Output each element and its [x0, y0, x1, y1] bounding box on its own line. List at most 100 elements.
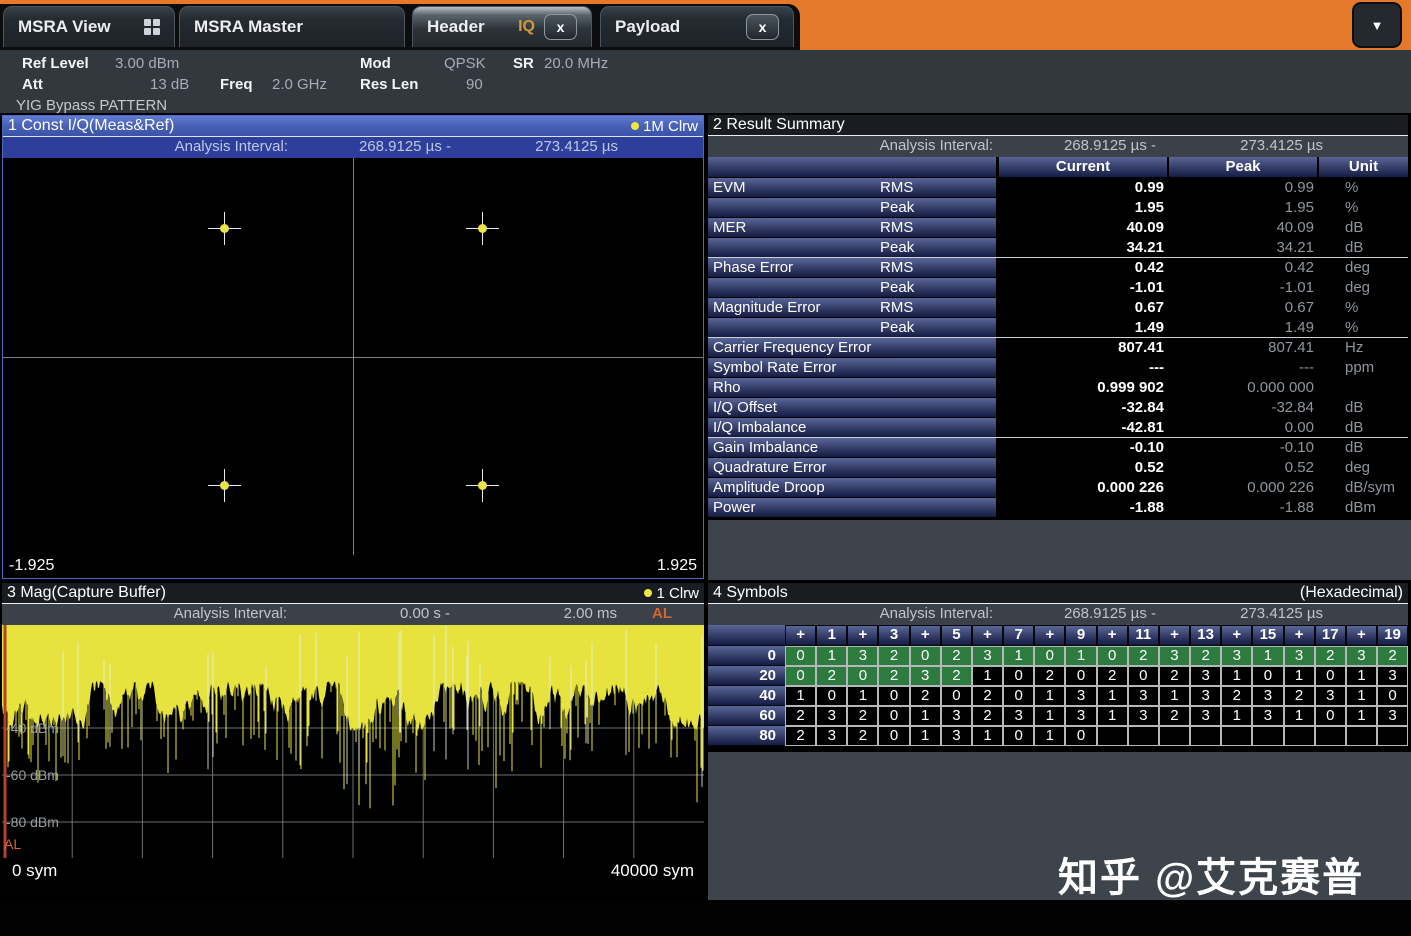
- tab-label: Header: [427, 17, 485, 37]
- mod-label: Mod: [360, 55, 391, 72]
- unit-value: deg: [1345, 258, 1370, 278]
- magnitude-x-axis: 0 sym 40000 sym: [2, 858, 704, 883]
- result-summary-title-bar[interactable]: 2 Result Summary: [708, 115, 1408, 136]
- symbol-cell: 2: [941, 666, 972, 686]
- result-param-cell: Symbol Rate Error: [708, 358, 996, 377]
- trace-info[interactable]: 1 Clrw: [644, 585, 699, 602]
- bottom-strip: [0, 900, 1411, 936]
- symbol-cell: [1284, 726, 1315, 746]
- res-len-value[interactable]: 90: [466, 76, 483, 93]
- symbol-cell: 1: [1003, 646, 1034, 666]
- result-param-cell: Quadrature Error: [708, 458, 996, 477]
- window-title: 1 Const I/Q(Meas&Ref): [8, 117, 631, 135]
- param-name: Magnitude Error: [713, 298, 821, 317]
- unit-value: %: [1345, 298, 1358, 318]
- freq-label: Freq: [220, 76, 253, 93]
- magnitude-window[interactable]: 3 Mag(Capture Buffer) 1 Clrw Analysis In…: [2, 583, 704, 883]
- column-header-current: Current: [999, 157, 1167, 177]
- symbol-col-header: 3: [878, 625, 909, 646]
- current-value: 0.99: [999, 178, 1164, 198]
- symbol-cell: 2: [878, 646, 909, 666]
- current-value: 0.000 226: [999, 478, 1164, 498]
- tab-msra-view[interactable]: MSRA View: [3, 6, 175, 47]
- result-param-cell: Rho: [708, 378, 996, 397]
- analysis-interval-bar: Analysis Interval: 0.00 s - 2.00 ms AL: [2, 604, 704, 625]
- param-sub-name: RMS: [880, 218, 913, 237]
- analysis-interval-end: 273.4125 µs: [1171, 137, 1323, 154]
- symbol-cell: 3: [1128, 706, 1159, 726]
- tab-label: Payload: [615, 17, 737, 37]
- symbols-window[interactable]: 4 Symbols (Hexadecimal) Analysis Interva…: [708, 583, 1408, 746]
- symbol-cell: [1097, 726, 1128, 746]
- constellation-plot[interactable]: [3, 158, 703, 555]
- unit-value: %: [1345, 178, 1358, 198]
- constellation-title-bar[interactable]: 1 Const I/Q(Meas&Ref) 1M Clrw: [3, 116, 703, 137]
- symbol-col-header: 7: [1003, 625, 1034, 646]
- symbol-cell: 0: [910, 646, 941, 666]
- mod-value[interactable]: QPSK: [444, 55, 486, 72]
- window-title: 3 Mag(Capture Buffer): [7, 584, 644, 602]
- param-name: Carrier Frequency Error: [713, 338, 871, 357]
- symbol-cell: 3: [1315, 686, 1346, 706]
- magnitude-plot[interactable]: -40 dBm -60 dBm -80 dBm AL: [2, 625, 704, 858]
- analysis-interval-bar: Analysis Interval: 268.9125 µs - 273.412…: [3, 137, 703, 158]
- symbol-cell: 3: [847, 646, 878, 666]
- tab-msra-master[interactable]: MSRA Master: [179, 6, 405, 47]
- symbol-cell: 1: [972, 726, 1003, 746]
- symbol-cell: 1: [1034, 686, 1065, 706]
- constellation-window[interactable]: 1 Const I/Q(Meas&Ref) 1M Clrw Analysis I…: [2, 115, 704, 579]
- ref-level-value[interactable]: 3.00 dBm: [115, 55, 179, 72]
- symbol-cell: 2: [1159, 666, 1190, 686]
- result-summary-row: Carrier Frequency Error807.41807.41Hz: [708, 338, 1408, 358]
- symbols-title-bar[interactable]: 4 Symbols (Hexadecimal): [708, 583, 1408, 604]
- symbol-cell: 0: [1377, 686, 1408, 706]
- sr-value[interactable]: 20.0 MHz: [544, 55, 608, 72]
- magnitude-title-bar[interactable]: 3 Mag(Capture Buffer) 1 Clrw: [2, 583, 704, 604]
- symbol-col-header: 15: [1252, 625, 1283, 646]
- peak-value: ---: [1168, 358, 1314, 378]
- symbol-col-header: 13: [1190, 625, 1221, 646]
- peak-value: 0.99: [1168, 178, 1314, 198]
- symbol-row-index: 20: [708, 666, 785, 686]
- peak-value: 40.09: [1168, 218, 1314, 238]
- result-summary-table: EVMRMS0.990.99%Peak1.951.95%MERRMS40.094…: [708, 178, 1408, 518]
- current-value: 0.42: [999, 258, 1164, 278]
- symbol-cell: 1: [785, 686, 816, 706]
- analysis-interval-start: 268.9125 µs -: [303, 138, 451, 155]
- symbol-cell: 1: [1346, 706, 1377, 726]
- symbol-cell: 3: [1159, 646, 1190, 666]
- param-name: Symbol Rate Error: [713, 358, 836, 377]
- trace-info[interactable]: 1M Clrw: [631, 118, 698, 135]
- result-param-cell: Magnitude ErrorRMS: [708, 298, 996, 317]
- symbol-cell: 2: [816, 666, 847, 686]
- y-tick-minus60: -60 dBm: [6, 767, 59, 783]
- att-value[interactable]: 13 dB: [150, 76, 189, 93]
- result-param-cell: Peak: [708, 318, 996, 337]
- symbol-cell: 3: [941, 706, 972, 726]
- freq-value[interactable]: 2.0 GHz: [272, 76, 327, 93]
- unit-value: dB: [1345, 238, 1363, 258]
- symbol-cell: 3: [1252, 706, 1283, 726]
- symbols-column-headers: +1+3+5+7+9+11+13+15+17+19: [708, 625, 1408, 646]
- symbol-cell: 0: [1097, 646, 1128, 666]
- analysis-interval-start: 0.00 s -: [302, 605, 450, 622]
- symbol-col-header: +: [1159, 625, 1190, 646]
- peak-value: -0.10: [1168, 438, 1314, 458]
- unit-value: Hz: [1345, 338, 1363, 358]
- close-icon[interactable]: x: [544, 14, 577, 40]
- tab-header[interactable]: Header IQ x: [412, 6, 592, 47]
- unit-value: deg: [1345, 278, 1370, 298]
- res-len-label: Res Len: [360, 76, 418, 93]
- tab-overflow-button[interactable]: ▼: [1352, 2, 1402, 48]
- chevron-down-icon: ▼: [1371, 18, 1384, 33]
- result-summary-window[interactable]: 2 Result Summary Analysis Interval: 268.…: [708, 115, 1408, 518]
- symbol-cell: [1346, 726, 1377, 746]
- symbols-corner-cell: [708, 625, 785, 646]
- param-name: I/Q Offset: [713, 398, 777, 417]
- x-axis-min: -1.925: [9, 557, 54, 575]
- tab-payload[interactable]: Payload x: [600, 6, 794, 47]
- analysis-interval-start: 268.9125 µs -: [1008, 605, 1156, 622]
- peak-value: -1.01: [1168, 278, 1314, 298]
- close-icon[interactable]: x: [746, 14, 779, 40]
- window-title: 4 Symbols: [713, 584, 1300, 602]
